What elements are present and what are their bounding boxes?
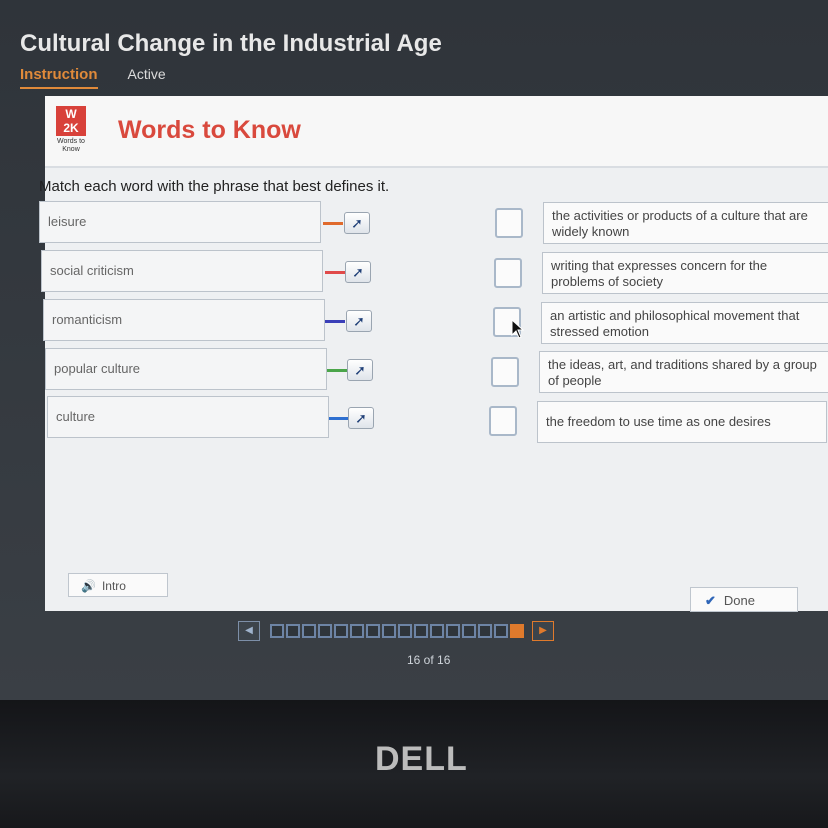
arrow-icon: ➚ — [352, 264, 364, 280]
match-arrow-button[interactable]: ➚ — [346, 310, 372, 332]
match-target-box[interactable] — [494, 258, 522, 288]
top-tabs: Instruction Active — [20, 66, 166, 89]
connector-line — [329, 417, 349, 420]
match-target-box[interactable] — [489, 406, 517, 436]
activity-card: W 2K Words to Know Words to Know Match ea… — [39, 96, 828, 612]
word-social-criticism[interactable]: social criticism — [41, 250, 323, 292]
screen: Cultural Change in the Industrial Age In… — [0, 0, 828, 700]
page-indicator[interactable] — [350, 624, 364, 638]
connector-line — [325, 271, 345, 274]
definition-4[interactable]: the ideas, art, and traditions shared by… — [539, 351, 828, 393]
mouse-cursor-icon — [511, 319, 525, 339]
activity-title: Words to Know — [118, 116, 301, 144]
page-indicator[interactable] — [462, 624, 476, 638]
page-indicator[interactable] — [430, 624, 444, 638]
match-target-box[interactable] — [491, 357, 519, 387]
done-button[interactable]: ✔ Done — [690, 587, 798, 612]
match-target-box[interactable] — [495, 208, 523, 238]
match-arrow-button[interactable]: ➚ — [345, 261, 371, 283]
page-indicators — [270, 624, 524, 638]
match-arrow-button[interactable]: ➚ — [348, 407, 374, 429]
word-popular-culture[interactable]: popular culture — [45, 348, 327, 390]
page-indicator[interactable] — [270, 624, 284, 638]
next-page-button[interactable]: ▶ — [532, 621, 554, 641]
speaker-icon: 🔊 — [81, 579, 96, 593]
page-indicator[interactable] — [446, 624, 460, 638]
word-romanticism[interactable]: romanticism — [43, 299, 325, 341]
arrow-icon: ➚ — [354, 362, 366, 378]
page-indicator[interactable] — [366, 624, 380, 638]
definition-2[interactable]: writing that expresses concern for the p… — [542, 252, 828, 294]
chevron-left-icon: ◀ — [245, 625, 253, 636]
page-indicator[interactable] — [510, 624, 524, 638]
done-label: Done — [723, 593, 755, 608]
match-arrow-button[interactable]: ➚ — [344, 212, 370, 234]
definition-3[interactable]: an artistic and philosophical movement t… — [541, 302, 828, 344]
w2k-logo-icon: W 2K — [56, 106, 86, 136]
chevron-right-icon: ▶ — [539, 625, 547, 636]
tab-instruction[interactable]: Instruction — [20, 66, 98, 89]
activity-header: W 2K Words to Know Words to Know — [45, 96, 828, 168]
page-navigator: ◀ ▶ — [238, 621, 554, 641]
arrow-icon: ➚ — [351, 215, 363, 231]
instruction-text: Match each word with the phrase that bes… — [39, 178, 828, 195]
page-indicator[interactable] — [334, 624, 348, 638]
page-indicator[interactable] — [414, 624, 428, 638]
logo-caption: Words to Know — [57, 138, 85, 153]
word-leisure[interactable]: leisure — [39, 201, 321, 243]
page-indicator[interactable] — [286, 624, 300, 638]
page-indicator[interactable] — [478, 624, 492, 638]
checkmark-icon: ✔ — [705, 593, 716, 608]
page-indicator[interactable] — [302, 624, 316, 638]
brand-logo: DELL — [375, 740, 468, 778]
prev-page-button[interactable]: ◀ — [238, 621, 260, 641]
instruction-label: Match each word with the phrase that bes… — [39, 178, 390, 195]
page-title: Cultural Change in the Industrial Age — [20, 30, 442, 57]
page-count: 16 of 16 — [407, 653, 451, 667]
connector-line — [327, 369, 347, 372]
page-indicator[interactable] — [382, 624, 396, 638]
definition-1[interactable]: the activities or products of a culture … — [543, 202, 828, 244]
arrow-icon: ➚ — [353, 313, 365, 329]
status-label: Active — [127, 66, 166, 82]
definition-5[interactable]: the freedom to use time as one desires — [537, 401, 827, 443]
page-indicator[interactable] — [494, 624, 508, 638]
words-to-know-logo: W 2K Words to Know — [53, 106, 89, 154]
page-indicator[interactable] — [398, 624, 412, 638]
match-arrow-button[interactable]: ➚ — [347, 359, 373, 381]
page-indicator[interactable] — [318, 624, 332, 638]
connector-line — [325, 320, 345, 323]
word-culture[interactable]: culture — [47, 396, 329, 438]
arrow-icon: ➚ — [355, 410, 367, 426]
connector-line — [323, 222, 343, 225]
intro-audio-button[interactable]: 🔊 Intro — [68, 573, 168, 597]
intro-label: Intro — [101, 579, 126, 593]
